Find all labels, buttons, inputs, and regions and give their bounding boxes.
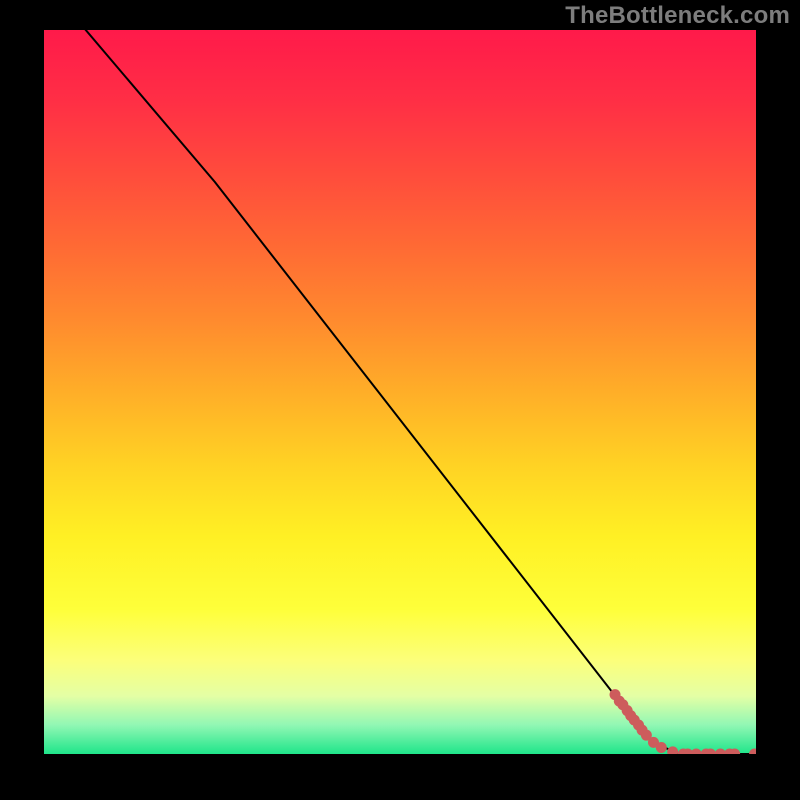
- chart-svg: [44, 30, 756, 754]
- chart-area: [44, 30, 756, 754]
- page-root: TheBottleneck.com: [0, 0, 800, 800]
- chart-background: [44, 30, 756, 754]
- scatter-point: [656, 742, 667, 753]
- watermark-text: TheBottleneck.com: [565, 2, 790, 30]
